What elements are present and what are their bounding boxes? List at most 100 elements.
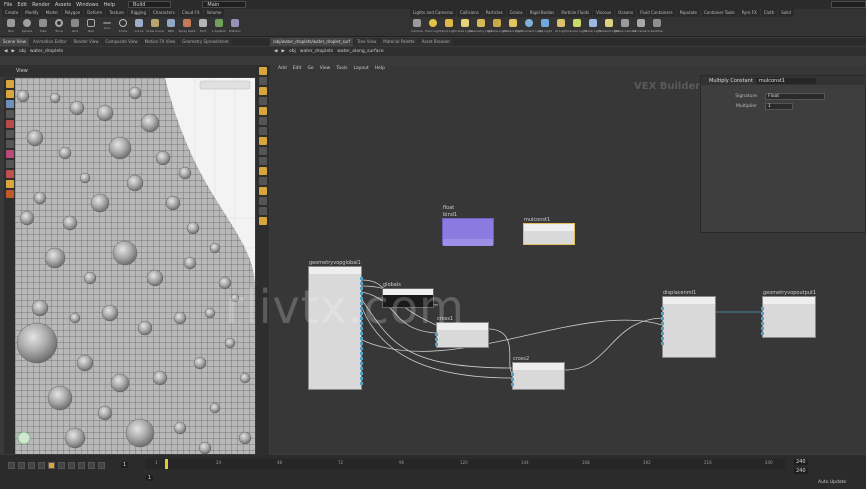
magnet-tool-icon[interactable] xyxy=(5,150,14,158)
tool-portal-light[interactable]: Portal Light xyxy=(584,18,602,37)
move-tool-icon[interactable] xyxy=(5,90,14,98)
node-port[interactable] xyxy=(511,383,514,386)
node-port[interactable] xyxy=(360,372,363,375)
tool-spray-paint[interactable]: Spray Paint xyxy=(178,18,196,37)
scale-tool-icon[interactable] xyxy=(5,110,14,118)
param-node-name[interactable]: mulconst1 xyxy=(755,77,816,84)
lighting-icon[interactable] xyxy=(258,167,267,175)
node-port[interactable] xyxy=(360,337,363,340)
layout-icon[interactable] xyxy=(258,157,267,165)
node-port[interactable] xyxy=(360,377,363,380)
node-port[interactable] xyxy=(360,352,363,355)
shelf-tab[interactable]: Modify xyxy=(22,9,42,17)
node-port[interactable] xyxy=(360,362,363,365)
tab-animation-editor[interactable]: Animation Editor xyxy=(29,38,70,46)
node-mulconst1[interactable]: mulconst1 xyxy=(523,217,575,245)
node-port[interactable] xyxy=(360,357,363,360)
menu-file[interactable]: File xyxy=(4,2,12,8)
shelf-tab[interactable]: Deform xyxy=(84,9,106,17)
menu-assets[interactable]: Assets xyxy=(55,2,71,8)
timeline-ruler[interactable]: 1 24 48 72 96 120 144 168 192 216 240 xyxy=(145,459,785,469)
tool-volume-light[interactable]: Volume Light xyxy=(487,18,507,37)
node-port[interactable] xyxy=(360,347,363,350)
shelf-tab[interactable]: Model xyxy=(42,9,61,17)
path-water-along-surface[interactable]: water_along_surface xyxy=(337,49,383,54)
tool-stereo-camera[interactable]: Stereo Camera xyxy=(614,18,636,37)
play-reverse-icon[interactable] xyxy=(28,462,35,469)
shading-icon[interactable] xyxy=(258,87,267,95)
playhead[interactable] xyxy=(165,459,168,469)
tool-null[interactable]: Null xyxy=(84,18,98,37)
tool-circle[interactable]: Circle xyxy=(116,18,130,37)
node-port[interactable] xyxy=(661,307,664,310)
tool-ambient-light[interactable]: Ambient Light xyxy=(598,18,620,37)
shadows-icon[interactable] xyxy=(258,177,267,185)
start-frame-field[interactable]: 1 xyxy=(146,475,154,481)
net-menu-layout[interactable]: Layout xyxy=(353,66,368,71)
shelf-tab[interactable]: Grains xyxy=(506,9,526,17)
node-displacenml1[interactable]: displacenml1 xyxy=(661,290,716,358)
node-port[interactable] xyxy=(761,332,764,335)
shelf-tab[interactable]: Particles xyxy=(482,9,506,17)
stop-icon[interactable] xyxy=(38,462,45,469)
loop-icon[interactable] xyxy=(98,462,105,469)
node-port[interactable] xyxy=(661,342,664,345)
shelf-tab[interactable]: Cloud FX xyxy=(178,9,203,17)
node-port[interactable] xyxy=(761,312,764,315)
tool-geometry-light[interactable]: Geometry Light xyxy=(469,18,493,37)
tool-platonic[interactable]: Platonic xyxy=(228,18,242,37)
tab-material-palette[interactable]: Material Palette xyxy=(380,38,418,46)
tab-asset-browser[interactable]: Asset Browser xyxy=(418,38,454,46)
node-port[interactable] xyxy=(761,307,764,310)
shelf-tab[interactable]: Particle Fluids xyxy=(558,9,593,17)
shelf-tab[interactable]: Solid xyxy=(778,9,794,17)
tab-tree-view[interactable]: Tree View xyxy=(354,38,380,46)
shelf-tab[interactable]: Volume xyxy=(203,9,225,17)
node-port[interactable] xyxy=(661,317,664,320)
tool-tube[interactable]: Tube xyxy=(36,18,50,37)
snapshot-icon[interactable] xyxy=(258,217,267,225)
tool-box[interactable]: Box xyxy=(4,18,18,37)
first-frame-icon[interactable] xyxy=(8,462,15,469)
tool-switcher[interactable]: Switcher xyxy=(650,18,664,37)
node-cross2[interactable]: cross2 xyxy=(511,356,565,390)
shelf-tab[interactable]: Collisions xyxy=(456,9,482,17)
current-frame-field[interactable]: 1 xyxy=(121,462,129,468)
grid-display-icon[interactable] xyxy=(258,207,267,215)
tool-torus[interactable]: Torus xyxy=(52,18,66,37)
forward-arrow-icon[interactable]: ▶ xyxy=(11,49,14,54)
prev-key-icon[interactable] xyxy=(18,462,25,469)
shelf-tab[interactable]: Cloth xyxy=(760,9,778,17)
path-obj[interactable]: obj xyxy=(289,49,296,54)
tool-camera[interactable]: Camera xyxy=(410,18,424,37)
rotate-tool-icon[interactable] xyxy=(5,100,14,108)
net-menu-go[interactable]: Go xyxy=(307,66,313,71)
shelf-tab[interactable]: Populate xyxy=(676,9,700,17)
tab-composite-view[interactable]: Composite View xyxy=(102,38,141,46)
shelf-tab[interactable]: Polygon xyxy=(61,9,84,17)
tab-network-editor[interactable]: /obj/water_droplets/water_droplet_surf xyxy=(270,38,354,46)
shelf-tab[interactable]: Rigid Bodies xyxy=(526,9,558,17)
render-region-icon[interactable] xyxy=(5,170,14,178)
tab-render-view[interactable]: Render View xyxy=(70,38,102,46)
tool-path[interactable]: Path xyxy=(164,18,178,37)
node-port[interactable] xyxy=(661,322,664,325)
tool-line[interactable]: Line xyxy=(100,18,114,37)
auto-update-label[interactable]: Auto Update xyxy=(818,480,846,485)
template-icon[interactable] xyxy=(258,197,267,205)
net-menu-edit[interactable]: Edit xyxy=(293,66,302,71)
snap-tool-icon[interactable] xyxy=(5,160,14,168)
display-options-icon[interactable] xyxy=(258,67,267,75)
menu-windows[interactable]: Windows xyxy=(76,2,98,8)
shelf-tab[interactable]: Fluid Containers xyxy=(637,9,676,17)
xray-icon[interactable] xyxy=(258,187,267,195)
play-icon[interactable] xyxy=(48,462,55,469)
back-arrow-icon[interactable]: ◀ xyxy=(274,49,277,54)
menu-render[interactable]: Render xyxy=(32,2,50,8)
next-key-icon[interactable] xyxy=(58,462,65,469)
pose-tool-icon[interactable] xyxy=(5,130,14,138)
tool-grid[interactable]: Grid xyxy=(68,18,82,37)
tool-curve[interactable]: Curve xyxy=(132,18,146,37)
ghost-icon[interactable] xyxy=(258,137,267,145)
flipbook-icon[interactable] xyxy=(5,190,14,198)
